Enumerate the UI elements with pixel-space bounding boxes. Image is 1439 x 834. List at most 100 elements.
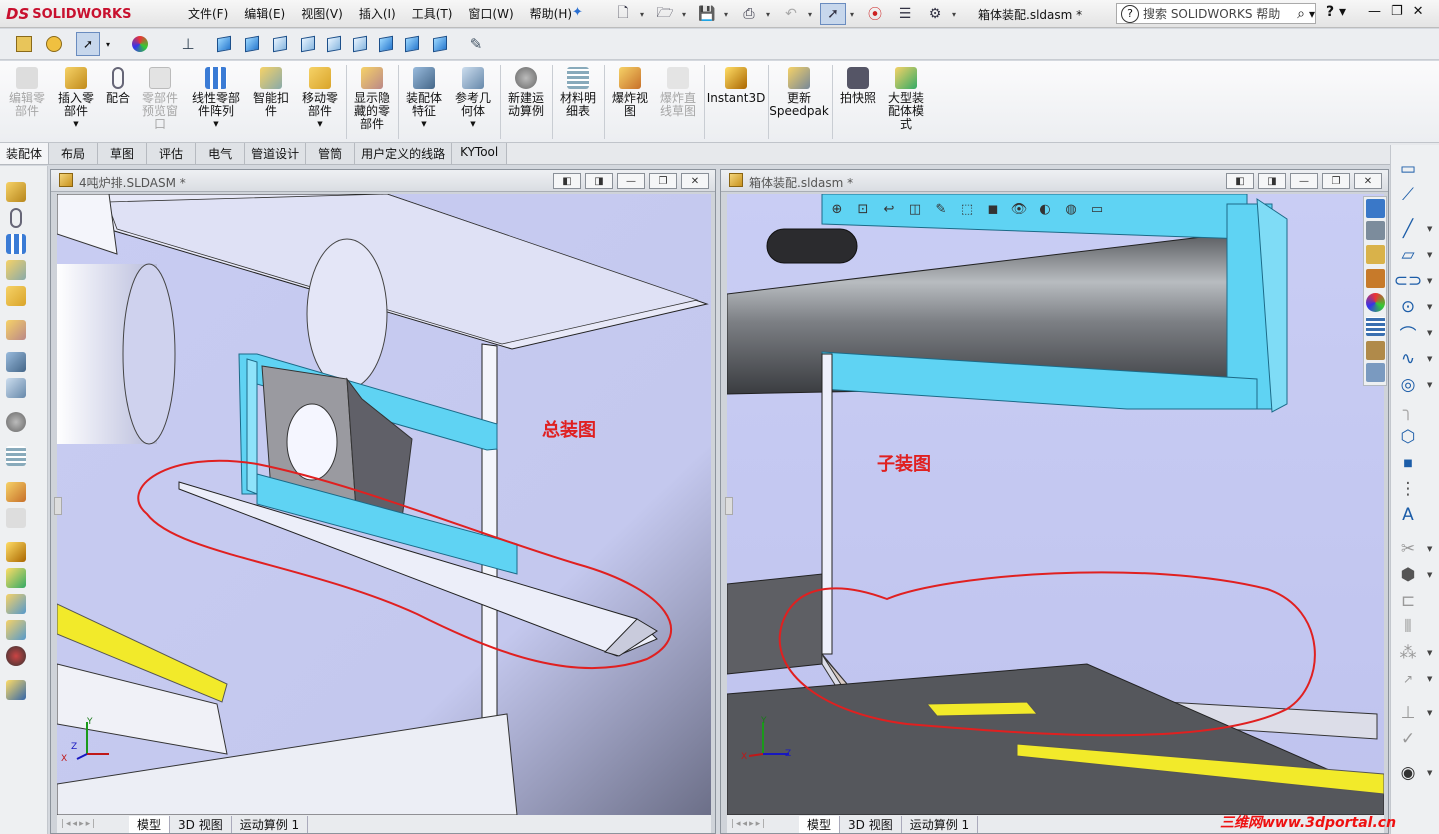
dropdown-icon[interactable]: ▼ <box>1427 355 1432 363</box>
minimize-icon[interactable]: — <box>617 173 645 189</box>
point-icon[interactable]: ■ <box>1398 453 1418 473</box>
menu-insert[interactable]: 插入(I) <box>351 4 404 23</box>
linear-pattern-icon[interactable] <box>6 234 26 254</box>
cmd-update-speedpak[interactable]: 更新 Speedpak <box>769 67 829 118</box>
cmd-instant3d[interactable]: Instant3D <box>707 67 765 105</box>
open-dropdown-icon[interactable]: ▾ <box>682 10 690 19</box>
view-left-icon[interactable] <box>268 32 292 56</box>
exploded-view-icon[interactable] <box>6 482 26 502</box>
window-title-bar[interactable]: 4吨炉排.SLDASM * ◧ ◨ — ❐ ✕ <box>51 170 715 192</box>
tab-motion-study[interactable]: 运动算例 1 <box>232 815 309 833</box>
dropdown-icon[interactable]: ▼ <box>1427 251 1432 259</box>
smart-dimension-icon[interactable]: ⟋ <box>1398 185 1418 205</box>
move-component-icon[interactable] <box>6 286 26 306</box>
tab-layout[interactable]: 布局 <box>49 143 99 164</box>
tab-3d-views[interactable]: 3D 视图 <box>840 815 902 833</box>
sketch-icon[interactable]: ▭ <box>1398 159 1418 179</box>
options-gear-icon[interactable]: ⚙ <box>922 3 948 25</box>
dropdown-icon[interactable]: ▼ <box>1427 769 1432 777</box>
dropdown-icon[interactable]: ▼ <box>1427 709 1432 717</box>
tab-tubing[interactable]: 管筒 <box>306 143 356 164</box>
cmd-explode-line-sketch[interactable]: 爆炸直 线草图 <box>656 67 700 118</box>
smart-fastener-icon[interactable] <box>6 260 26 280</box>
dropdown-icon[interactable]: ▼ <box>1427 649 1432 657</box>
view-back-icon[interactable] <box>240 32 264 56</box>
view-bottom-icon[interactable] <box>348 32 372 56</box>
dropdown-icon[interactable]: ▼ <box>1427 225 1432 233</box>
spline-icon[interactable]: ∿ <box>1398 349 1418 369</box>
cmd-reference-geometry[interactable]: 参考几 何体 ▼ <box>450 67 496 131</box>
dropdown-icon[interactable]: ▼ <box>1427 277 1432 285</box>
section-view-icon[interactable]: ◫ <box>905 200 925 218</box>
previous-view-icon[interactable]: ↩ <box>879 200 899 218</box>
speedpak-icon[interactable] <box>6 568 26 588</box>
print-dropdown-icon[interactable]: ▾ <box>766 10 774 19</box>
relations-icon[interactable]: ⊥ <box>1398 703 1418 723</box>
tab-kytool[interactable]: KYTool <box>452 143 508 164</box>
view-front-icon[interactable] <box>212 32 236 56</box>
forum-icon[interactable] <box>1366 363 1385 382</box>
dropdown-icon[interactable]: ▼ <box>1427 329 1432 337</box>
tab-model[interactable]: 模型 <box>799 815 841 833</box>
tab-3d-views[interactable]: 3D 视图 <box>170 815 232 833</box>
cmd-take-snapshot[interactable]: 拍快照 <box>836 67 880 105</box>
select-dropdown-icon[interactable]: ▾ <box>101 32 115 56</box>
pattern-icon[interactable]: ⁂ <box>1398 643 1418 663</box>
minimize-icon[interactable]: — <box>1368 4 1381 19</box>
polygon-icon[interactable]: ⬡ <box>1398 427 1418 447</box>
tab-motion-study[interactable]: 运动算例 1 <box>902 815 979 833</box>
zoom-to-fit-icon[interactable]: ⊕ <box>827 200 847 218</box>
search-dropdown-icon[interactable]: ▾ <box>1309 7 1315 21</box>
tile-left-icon[interactable]: ◧ <box>1226 173 1254 189</box>
hide-show-items-icon[interactable]: 👁 <box>1009 200 1029 218</box>
view-isometric-icon[interactable] <box>374 32 398 56</box>
view-palette-icon[interactable] <box>1366 269 1385 288</box>
dropdown-icon[interactable]: ▼ <box>1427 381 1432 389</box>
tab-model[interactable]: 模型 <box>129 815 171 833</box>
home-icon[interactable] <box>1366 199 1385 218</box>
quick-snaps-icon[interactable]: ◉ <box>1398 763 1418 783</box>
explode-line-icon[interactable] <box>6 508 26 528</box>
window-title-bar[interactable]: 箱体装配.sldasm * ◧ ◨ — ❐ ✕ <box>721 170 1388 192</box>
slot-icon[interactable]: ⊂⊃ <box>1394 271 1423 291</box>
offset-icon[interactable]: ⊏ <box>1398 591 1418 611</box>
move-entities-icon[interactable]: ↗ <box>1398 669 1418 689</box>
cmd-mate[interactable]: 配合 <box>102 67 134 105</box>
text-icon[interactable]: A <box>1398 505 1418 525</box>
cmd-edit-component[interactable]: 编辑零 部件 <box>6 67 48 118</box>
cmd-move-component[interactable]: 移动零 部件 ▼ <box>298 67 342 131</box>
new-document-icon[interactable]: 🗋 <box>610 3 636 25</box>
save-dropdown-icon[interactable]: ▾ <box>724 10 732 19</box>
minimize-icon[interactable]: — <box>1290 173 1318 189</box>
undo-dropdown-icon[interactable]: ▾ <box>808 10 816 19</box>
viewport-window-main-assembly[interactable]: 4吨炉排.SLDASM * ◧ ◨ — ❐ ✕ 总装图 Y X Z |◂◂▸▸|… <box>50 169 716 834</box>
tab-sketch[interactable]: 草图 <box>98 143 148 164</box>
solidworks-logo[interactable]: DS SOLIDWORKS <box>6 3 131 25</box>
dropdown-icon[interactable]: ▼ <box>73 118 78 131</box>
centerline-icon[interactable]: ⋮ <box>1398 479 1418 499</box>
zoom-area-icon[interactable]: ⊡ <box>853 200 873 218</box>
view-top-icon[interactable] <box>322 32 346 56</box>
menu-window[interactable]: 窗口(W) <box>460 4 521 23</box>
pin-icon[interactable]: ✦ <box>572 5 583 20</box>
save-state-icon[interactable] <box>12 32 36 56</box>
circle-icon[interactable]: ⊙ <box>1398 297 1418 317</box>
ellipse-icon[interactable]: ◎ <box>1398 375 1418 395</box>
cmd-component-preview[interactable]: 零部件 预览窗 口 <box>138 67 182 131</box>
snapshot-icon[interactable] <box>6 646 26 666</box>
view-orientation-icon[interactable]: ⬚ <box>957 200 977 218</box>
menu-edit[interactable]: 编辑(E) <box>236 4 293 23</box>
options-dropdown-icon[interactable]: ▾ <box>952 10 960 19</box>
view-settings-icon[interactable]: ▭ <box>1087 200 1107 218</box>
menu-tools[interactable]: 工具(T) <box>404 4 461 23</box>
graphics-area[interactable]: 总装图 Y X Z <box>57 194 711 815</box>
repair-sketch-icon[interactable]: ✓ <box>1398 729 1418 749</box>
dynamic-annotation-icon[interactable]: ✎ <box>931 200 951 218</box>
custom-properties-icon[interactable] <box>1366 317 1385 336</box>
component-icon[interactable] <box>42 32 66 56</box>
tile-left-icon[interactable]: ◧ <box>553 173 581 189</box>
cmd-exploded-view[interactable]: 爆炸视 图 <box>608 67 652 118</box>
dropdown-icon[interactable]: ▼ <box>317 118 322 131</box>
print-icon[interactable]: ⎙ <box>736 3 762 25</box>
convert-entities-icon[interactable]: ⬢ <box>1398 565 1418 585</box>
